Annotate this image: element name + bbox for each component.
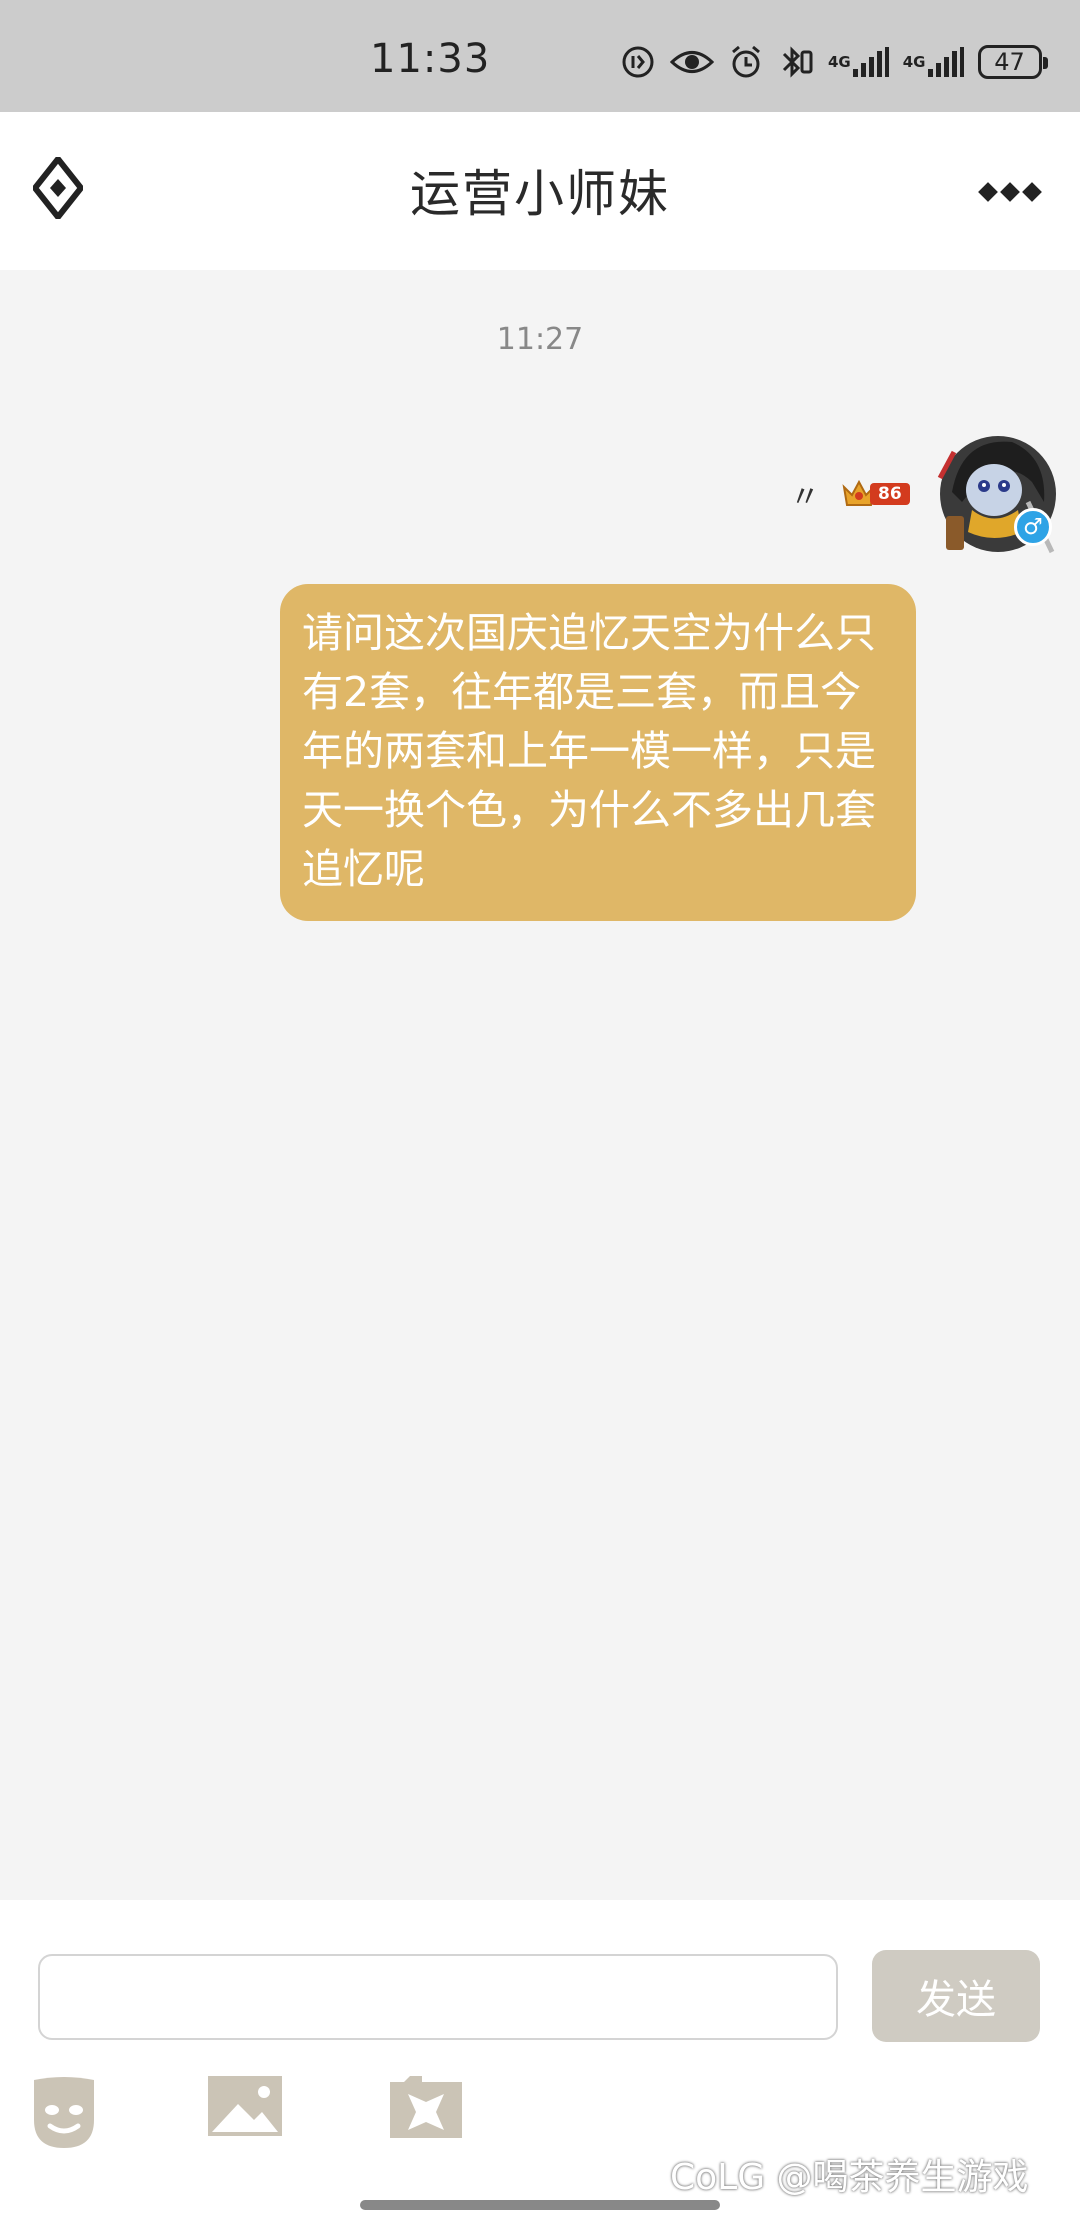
more-button[interactable] <box>970 162 1050 222</box>
chat-header: 运营小师妹 <box>0 112 1080 270</box>
gender-badge: ♂ <box>1014 508 1052 546</box>
message-input[interactable] <box>38 1954 838 2040</box>
emoji-button[interactable] <box>28 2076 108 2152</box>
bluetooth-icon <box>778 44 814 80</box>
image-button[interactable] <box>208 2076 288 2152</box>
image-icon <box>208 2076 282 2140</box>
status-time: 11:33 <box>370 36 491 82</box>
watermark: CoLG @喝茶养生游戏 <box>670 2157 1029 2198</box>
signal-icon: 4G <box>828 47 889 77</box>
page-title: 运营小师妹 <box>410 165 670 223</box>
more-dots-icon <box>1000 182 1020 202</box>
send-button[interactable]: 发送 <box>872 1950 1040 2042</box>
emoji-icon <box>28 2077 100 2156</box>
sticker-button[interactable] <box>390 2076 470 2152</box>
status-icons: 4G 4G 47 <box>620 40 1048 84</box>
level-badge: 86 <box>842 479 910 509</box>
more-dots-icon <box>1022 182 1042 202</box>
status-bar: 11:33 4G 4G 47 <box>0 0 1080 112</box>
eye-icon <box>670 47 714 77</box>
message-timestamp: 11:27 <box>496 322 584 357</box>
battery-icon: 47 <box>977 45 1048 79</box>
message-bubble[interactable]: 请问这次国庆追忆天空为什么只有2套，往年都是三套，而且今年的两套和上年一模一样，… <box>280 584 916 921</box>
more-dots-icon <box>978 182 998 202</box>
data-saver-icon <box>620 44 656 80</box>
signal-icon: 4G <box>903 47 964 77</box>
sender-meta: 〃 86 <box>790 472 910 516</box>
home-indicator[interactable] <box>360 2200 720 2210</box>
sender-nickname: 〃 <box>790 480 820 515</box>
alarm-icon <box>728 44 764 80</box>
sticker-icon <box>390 2076 462 2142</box>
level-number: 86 <box>870 483 910 505</box>
